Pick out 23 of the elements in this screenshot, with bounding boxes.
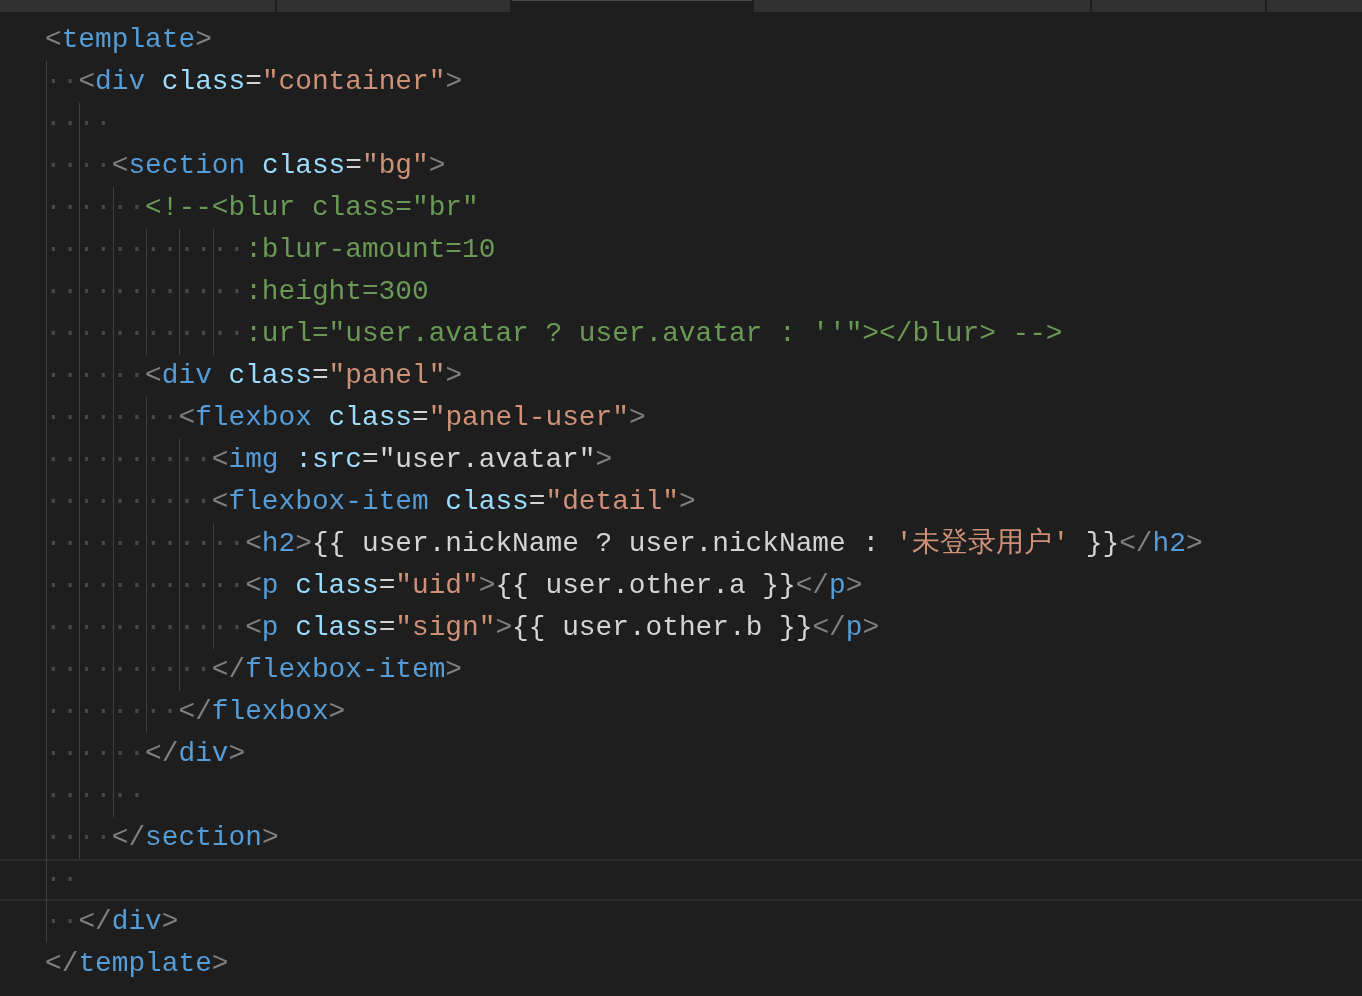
code-line: ······</div> [45,737,246,771]
code-line: ············<p class="uid">{{ user.other.a }}</p> [45,569,863,603]
code-line: ··<div class="container"> [45,65,463,99]
code-line: ····<section class="bg"> [45,149,446,183]
code-line: ······<!--<blur class="br" [45,191,479,225]
code-line: ············<p class="sign">{{ user.other.b }}</p> [45,611,880,645]
code-line: </template> [45,947,229,981]
code-line: ············:url="user.avatar ? user.avatar : ''"></blur> --> [45,317,1063,351]
code-line: ······ [45,779,146,813]
code-line: ············:blur-amount=10 [45,233,496,267]
code-line: <template> [45,23,212,57]
code-line: ····</section> [45,821,279,855]
code-line: ······<div class="panel"> [45,359,463,393]
code-line: ···· [45,107,112,141]
code-line: ··</div> [45,905,179,939]
code-line: ··········<img :src="user.avatar"> [45,443,613,477]
code-line: ··········<flexbox-item class="detail"> [45,485,696,519]
code-line: ············:height=300 [45,275,429,309]
code-line: ········<flexbox class="panel-user"> [45,401,646,435]
code-line: ············<h2>{{ user.nickName ? user.nickName : '未登录用户' }}</h2> [45,526,1203,561]
code-line: ········</flexbox> [45,695,346,729]
code-line: ··········</flexbox-item> [45,653,463,687]
code-line: ·· [45,863,79,897]
